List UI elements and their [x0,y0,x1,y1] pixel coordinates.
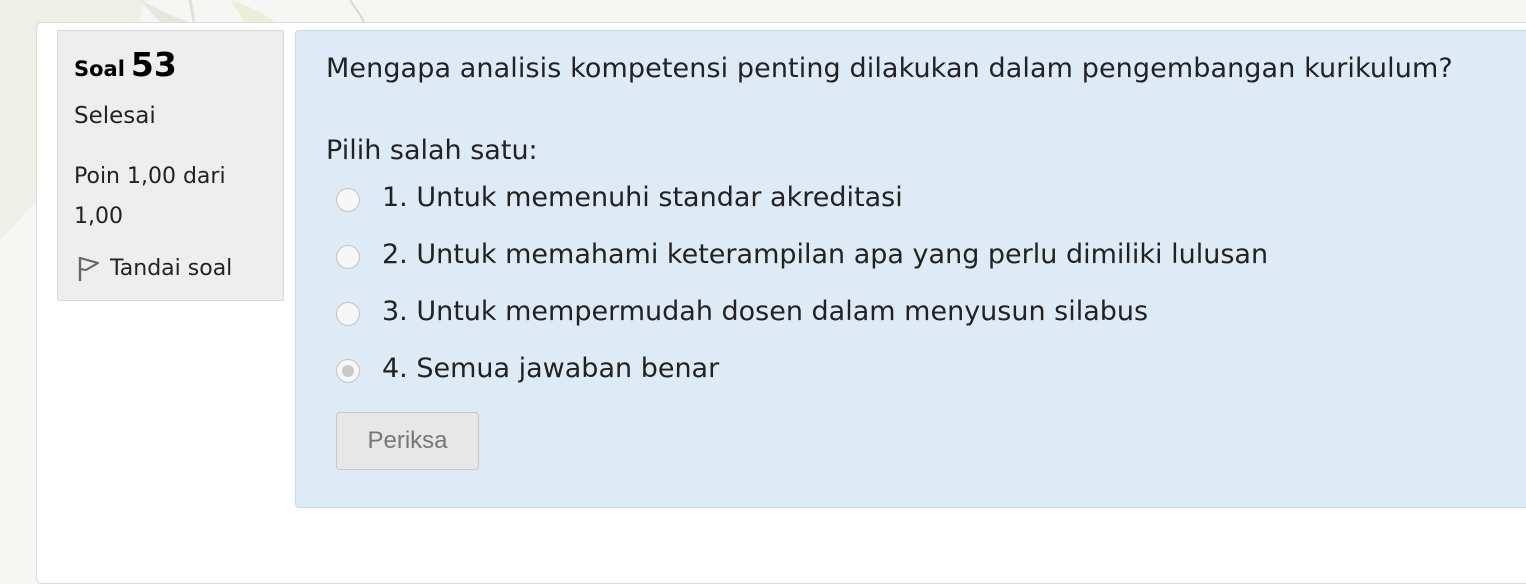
answer-option-label: 4. Semua jawaban benar [382,353,720,384]
radio-icon[interactable] [336,188,360,212]
question-text: Mengapa analisis kompetensi penting dila… [326,53,1453,84]
answer-option-1[interactable]: 1. Untuk memenuhi standar akreditasi [336,178,1268,235]
answer-option-2[interactable]: 2. Untuk memahami keterampilan apa yang … [336,235,1268,292]
radio-selected-icon[interactable] [336,359,360,383]
flag-question-link[interactable]: Tandai soal [74,253,232,283]
radio-icon[interactable] [336,245,360,269]
radio-icon[interactable] [336,302,360,326]
answer-options: 1. Untuk memenuhi standar akreditasi 2. … [336,178,1268,406]
answer-prompt: Pilih salah satu: [326,135,538,166]
check-button[interactable]: Periksa [336,412,479,470]
question-content-panel: Mengapa analisis kompetensi penting dila… [295,30,1526,508]
question-info-panel: Soal 53 Selesai Poin 1,00 dari 1,00 Tanda… [57,30,284,301]
question-grade: Poin 1,00 dari 1,00 [74,164,226,229]
answer-option-label: 3. Untuk mempermudah dosen dalam menyusu… [382,296,1149,327]
answer-option-label: 2. Untuk memahami keterampilan apa yang … [382,239,1269,270]
answer-option-3[interactable]: 3. Untuk mempermudah dosen dalam menyusu… [336,292,1268,349]
answer-option-label: 1. Untuk memenuhi standar akreditasi [382,182,903,213]
question-state: Selesai [74,103,156,129]
question-number-label: Soal [74,57,125,81]
question-number: Soal 53 [74,45,177,84]
flag-question-label: Tandai soal [110,255,233,281]
flag-icon [78,257,99,281]
question-number-value: 53 [130,45,177,84]
answer-option-4[interactable]: 4. Semua jawaban benar [336,349,1268,406]
